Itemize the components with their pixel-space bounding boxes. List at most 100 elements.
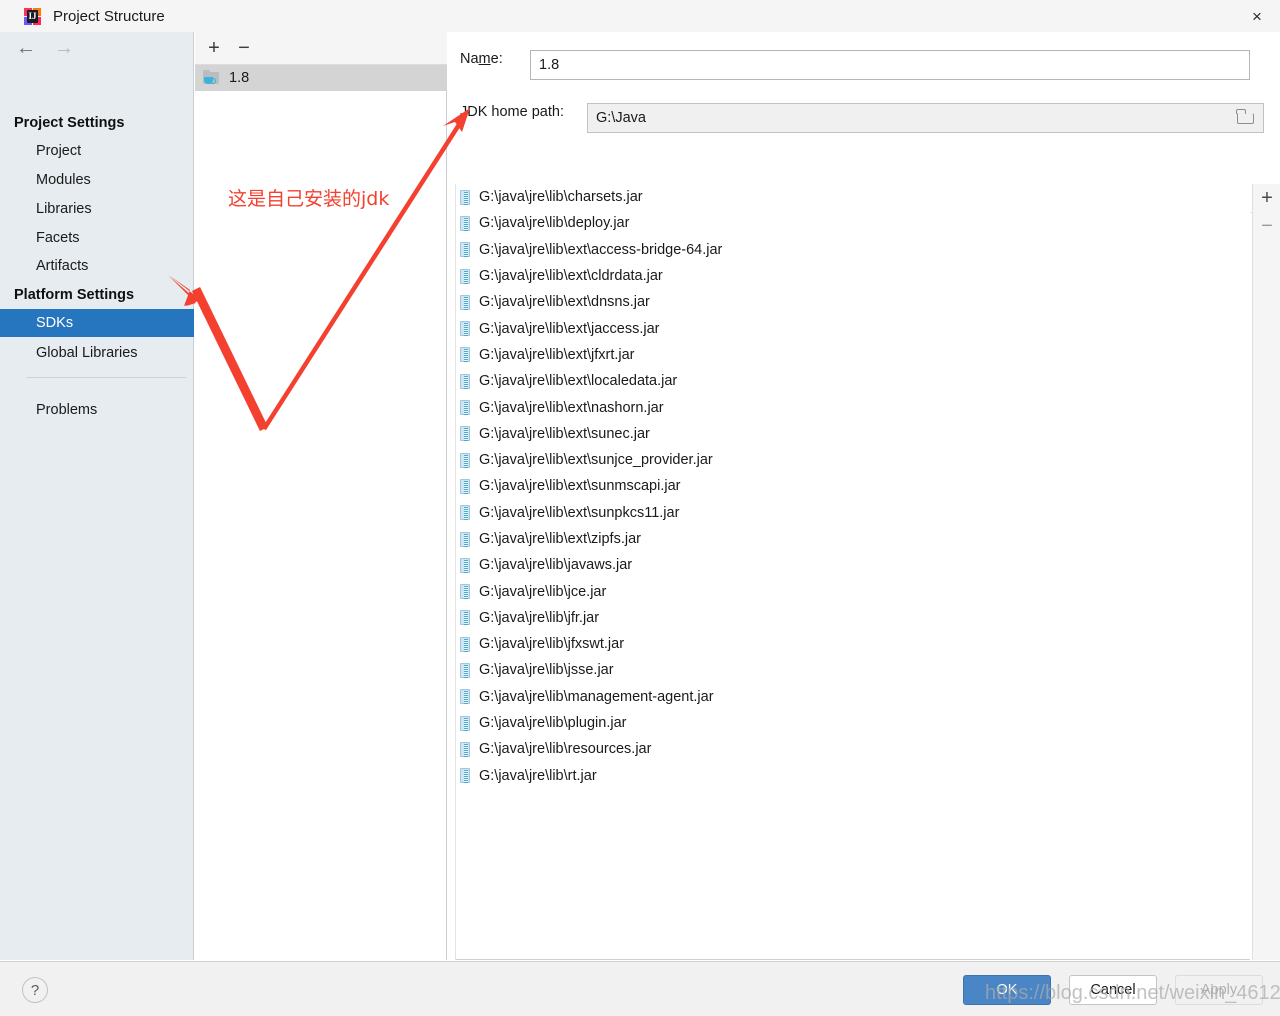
classpath-row[interactable]: G:\java\jre\lib\ext\cldrdata.jar [456, 263, 1250, 289]
remove-classpath-button[interactable]: − [1253, 212, 1280, 240]
remove-sdk-button[interactable]: − [229, 33, 259, 63]
classpath-row[interactable]: G:\java\jre\lib\ext\sunmscapi.jar [456, 473, 1250, 499]
jar-file-icon [460, 189, 470, 205]
classpath-row[interactable]: G:\java\jre\lib\jce.jar [456, 578, 1250, 604]
jar-file-icon [460, 373, 470, 389]
sidebar-item-artifacts[interactable]: Artifacts [0, 252, 194, 280]
jar-file-icon [460, 584, 470, 600]
classpath-entry-label: G:\java\jre\lib\ext\sunec.jar [479, 425, 650, 442]
classpath-row[interactable]: G:\java\jre\lib\ext\zipfs.jar [456, 526, 1250, 552]
help-button[interactable]: ? [22, 977, 48, 1003]
classpath-row[interactable]: G:\java\jre\lib\deploy.jar [456, 210, 1250, 236]
sidebar-item-sdks[interactable]: SDKs [0, 309, 194, 337]
sidebar-item-label: Artifacts [36, 258, 89, 274]
sdk-list-item-1-8[interactable]: 1.8 [195, 65, 447, 91]
jar-file-icon [460, 321, 470, 337]
classpath-entry-label: G:\java\jre\lib\jfxswt.jar [479, 636, 625, 653]
classpath-row[interactable]: G:\java\jre\lib\ext\sunpkcs11.jar [456, 500, 1250, 526]
classpath-entry-label: G:\java\jre\lib\ext\localedata.jar [479, 373, 678, 390]
sidebar-item-facets[interactable]: Facets [0, 224, 194, 252]
sidebar-item-problems[interactable]: Problems [0, 396, 194, 424]
sidebar-item-modules[interactable]: Modules [0, 166, 194, 194]
classpath-row[interactable]: G:\java\jre\lib\ext\localedata.jar [456, 368, 1250, 394]
classpath-row[interactable]: G:\java\jre\lib\jfxswt.jar [456, 631, 1250, 657]
jar-file-icon [460, 636, 470, 652]
home-path-label: JDK home path: [460, 104, 564, 120]
folder-browse-icon[interactable] [1236, 109, 1255, 125]
classpath-row[interactable]: G:\java\jre\lib\ext\nashorn.jar [456, 394, 1250, 420]
classpath-entry-label: G:\java\jre\lib\charsets.jar [479, 189, 643, 206]
classpath-entry-label: G:\java\jre\lib\ext\cldrdata.jar [479, 268, 663, 285]
add-sdk-button[interactable]: + [199, 33, 229, 63]
jar-file-icon [460, 268, 470, 284]
classpath-row[interactable]: G:\java\jre\lib\management-agent.jar [456, 684, 1250, 710]
jar-file-icon [460, 215, 470, 231]
name-field-label: Name: [460, 51, 503, 67]
jar-file-icon [460, 400, 470, 416]
sidebar-divider [26, 377, 186, 378]
jar-file-icon [460, 242, 470, 258]
sidebar-item-label: SDKs [36, 315, 74, 331]
classpath-row[interactable]: G:\java\jre\lib\jfr.jar [456, 605, 1250, 631]
title-bar: IJ Project Structure × [0, 0, 1280, 32]
name-field-row: Name: [460, 51, 503, 67]
classpath-entry-label: G:\java\jre\lib\jfr.jar [479, 609, 600, 626]
home-path-field-row: JDK home path: [460, 104, 564, 120]
jar-file-icon [460, 452, 470, 468]
settings-sidebar: ← → Project Settings Project Modules Lib… [0, 32, 194, 960]
classpath-entry-label: G:\java\jre\lib\deploy.jar [479, 215, 630, 232]
navigation-arrows: ← → [0, 32, 194, 64]
classpath-row[interactable]: G:\java\jre\lib\resources.jar [456, 736, 1250, 762]
jar-file-icon [460, 347, 470, 363]
classpath-row[interactable]: G:\java\jre\lib\ext\jfxrt.jar [456, 342, 1250, 368]
classpath-entry-label: G:\java\jre\lib\ext\dnsns.jar [479, 294, 650, 311]
classpath-entry-label: G:\java\jre\lib\management-agent.jar [479, 688, 714, 705]
sdk-toolbar: + − [195, 32, 447, 65]
classpath-entry-label: G:\java\jre\lib\jce.jar [479, 583, 607, 600]
sdk-list-panel: + − 1.8 [195, 32, 447, 960]
classpath-list[interactable]: G:\java\jre\lib\charsets.jar G:\java\jre\… [455, 184, 1250, 960]
jar-file-icon [460, 662, 470, 678]
sidebar-group-project-settings: Project Settings [14, 115, 125, 131]
classpath-row[interactable]: G:\java\jre\lib\ext\sunec.jar [456, 421, 1250, 447]
classpath-row[interactable]: G:\java\jre\lib\ext\dnsns.jar [456, 289, 1250, 315]
sidebar-item-project[interactable]: Project [0, 137, 194, 165]
jar-file-icon [460, 768, 470, 784]
jar-file-icon [460, 478, 470, 494]
sidebar-group-platform-settings: Platform Settings [14, 287, 135, 303]
back-arrow-icon[interactable]: ← [14, 38, 38, 58]
jar-file-icon [460, 426, 470, 442]
window-title: Project Structure [53, 7, 165, 25]
sdk-list-item-label: 1.8 [229, 70, 250, 86]
sidebar-item-label: Global Libraries [36, 345, 138, 361]
forward-arrow-icon[interactable]: → [52, 38, 76, 58]
sidebar-item-label: Problems [36, 402, 98, 418]
classpath-row[interactable]: G:\java\jre\lib\jsse.jar [456, 657, 1250, 683]
classpath-entry-label: G:\java\jre\lib\ext\zipfs.jar [479, 531, 641, 547]
close-icon[interactable]: × [1234, 0, 1280, 32]
jar-file-icon [460, 610, 470, 626]
classpath-row[interactable]: G:\java\jre\lib\javaws.jar [456, 552, 1250, 578]
name-input[interactable]: 1.8 [530, 50, 1250, 80]
jar-file-icon [460, 689, 470, 705]
classpath-row[interactable]: G:\java\jre\lib\plugin.jar [456, 710, 1250, 736]
sidebar-item-label: Project [36, 143, 82, 159]
jdk-home-path-input[interactable]: G:\Java [587, 103, 1264, 133]
classpath-entry-label: G:\java\jre\lib\ext\nashorn.jar [479, 399, 664, 416]
classpath-row[interactable]: G:\java\jre\lib\ext\access-bridge-64.jar [456, 237, 1250, 263]
add-classpath-button[interactable]: + [1253, 184, 1280, 212]
classpath-side-buttons: + − [1252, 184, 1280, 960]
sidebar-item-global-libraries[interactable]: Global Libraries [0, 339, 194, 367]
classpath-entry-label: G:\java\jre\lib\jsse.jar [479, 662, 614, 679]
intellij-idea-icon: IJ [24, 7, 41, 25]
jar-file-icon [460, 505, 470, 521]
classpath-row[interactable]: G:\java\jre\lib\rt.jar [456, 763, 1250, 789]
jar-file-icon [460, 715, 470, 731]
classpath-entry-label: G:\java\jre\lib\ext\jfxrt.jar [479, 346, 635, 363]
annotation-label: 这是自己安装的jdk [228, 188, 390, 210]
classpath-row[interactable]: G:\java\jre\lib\charsets.jar [456, 184, 1250, 210]
classpath-row[interactable]: G:\java\jre\lib\ext\jaccess.jar [456, 315, 1250, 341]
sidebar-item-libraries[interactable]: Libraries [0, 195, 194, 223]
classpath-row[interactable]: G:\java\jre\lib\ext\sunjce_provider.jar [456, 447, 1250, 473]
classpath-entry-label: G:\java\jre\lib\rt.jar [479, 767, 597, 784]
